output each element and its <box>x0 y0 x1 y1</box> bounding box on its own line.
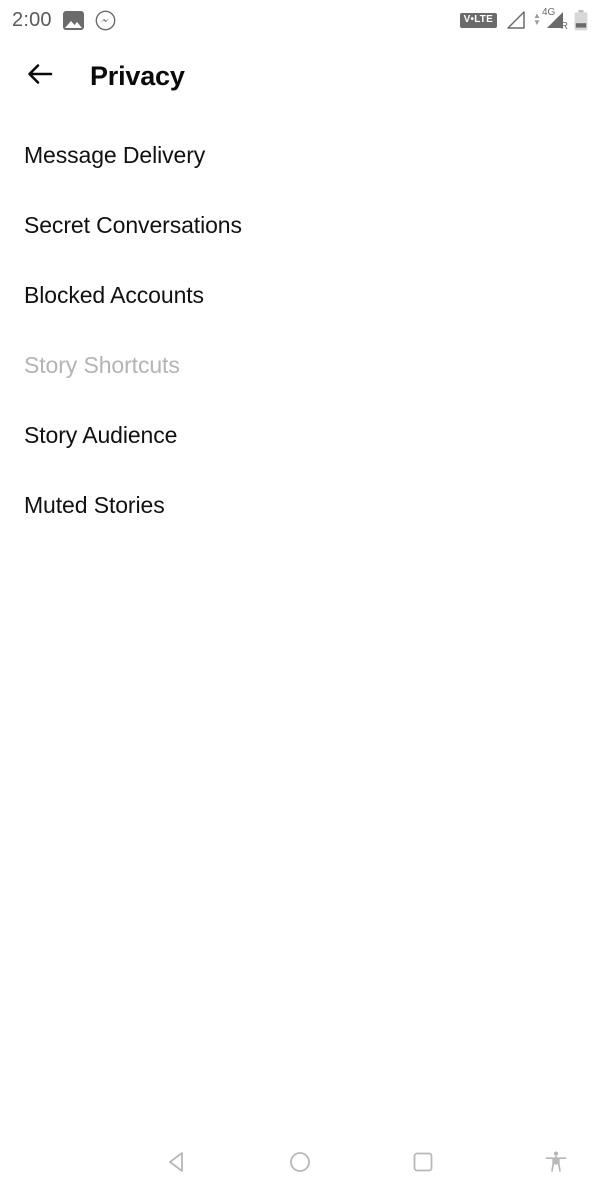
volte-badge: V•LTE <box>459 12 497 28</box>
signal-4g-icon: ▲ ▼ 4G R <box>533 7 568 32</box>
circle-icon <box>287 1149 313 1180</box>
nav-recents-button[interactable] <box>393 1134 453 1194</box>
list-item-label: Message Delivery <box>24 141 206 168</box>
status-bar: 2:00 V•LTE ▲ ▼ 4G R <box>0 0 600 40</box>
data-transfer-arrows-icon: ▲ ▼ <box>533 11 541 27</box>
list-item-muted-stories[interactable]: Muted Stories <box>0 470 600 540</box>
list-item-secret-conversations[interactable]: Secret Conversations <box>0 190 600 260</box>
accessibility-person-icon <box>543 1149 569 1180</box>
nav-back-button[interactable] <box>148 1134 208 1194</box>
status-clock: 2:00 <box>12 8 52 31</box>
list-item-message-delivery[interactable]: Message Delivery <box>0 120 600 190</box>
list-item-story-shortcuts: Story Shortcuts <box>0 330 600 400</box>
system-navigation-bar <box>0 1128 600 1200</box>
status-bar-left: 2:00 <box>12 9 116 32</box>
photo-icon <box>62 10 84 30</box>
privacy-settings-list: Message Delivery Secret Conversations Bl… <box>0 120 600 540</box>
nav-accessibility-button[interactable] <box>526 1134 586 1194</box>
list-item-label: Secret Conversations <box>24 211 242 238</box>
nav-home-button[interactable] <box>270 1134 330 1194</box>
roaming-label: R <box>560 21 568 32</box>
signal-empty-icon <box>504 10 526 30</box>
list-item-label: Blocked Accounts <box>24 281 204 308</box>
list-item-blocked-accounts[interactable]: Blocked Accounts <box>0 260 600 330</box>
triangle-left-icon <box>165 1149 191 1180</box>
list-item-label: Muted Stories <box>24 491 165 518</box>
arrow-left-icon <box>24 58 56 95</box>
back-button[interactable] <box>12 48 68 104</box>
status-bar-right: V•LTE ▲ ▼ 4G R <box>459 7 588 32</box>
list-item-label: Story Shortcuts <box>24 351 180 378</box>
list-item-story-audience[interactable]: Story Audience <box>0 400 600 470</box>
page-title: Privacy <box>90 60 185 91</box>
square-icon <box>410 1149 436 1180</box>
messenger-icon <box>95 10 116 31</box>
battery-icon <box>574 9 588 31</box>
app-header: Privacy <box>0 45 600 107</box>
list-item-label: Story Audience <box>24 421 178 448</box>
